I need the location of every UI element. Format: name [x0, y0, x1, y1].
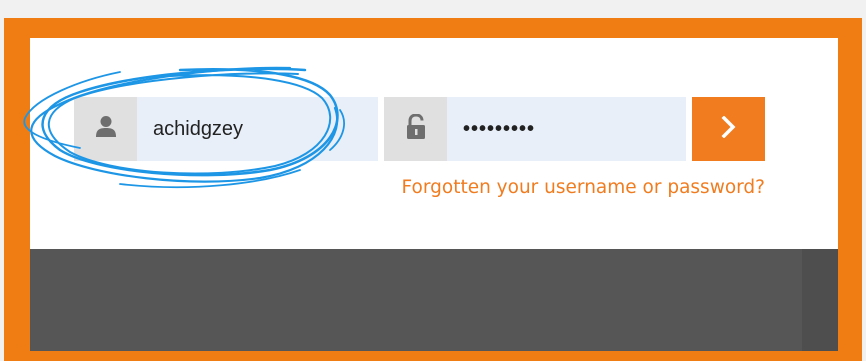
chevron-right-icon [721, 115, 737, 143]
password-icon-box [384, 97, 447, 161]
password-value[interactable]: ••••••••• [463, 118, 535, 141]
forgot-credentials-link[interactable]: Forgotten your username or password? [320, 177, 765, 198]
username-icon-box [74, 97, 137, 161]
login-screen: achidgzey ••••••••• Forgotten your usern… [30, 38, 838, 351]
footer-band [30, 249, 838, 351]
unlock-icon [405, 112, 427, 145]
username-field[interactable]: achidgzey [74, 97, 378, 161]
submit-button[interactable] [692, 97, 765, 161]
footer-strip [802, 249, 838, 351]
password-field[interactable]: ••••••••• [384, 97, 686, 161]
username-value[interactable]: achidgzey [153, 118, 243, 141]
user-icon [95, 115, 117, 144]
